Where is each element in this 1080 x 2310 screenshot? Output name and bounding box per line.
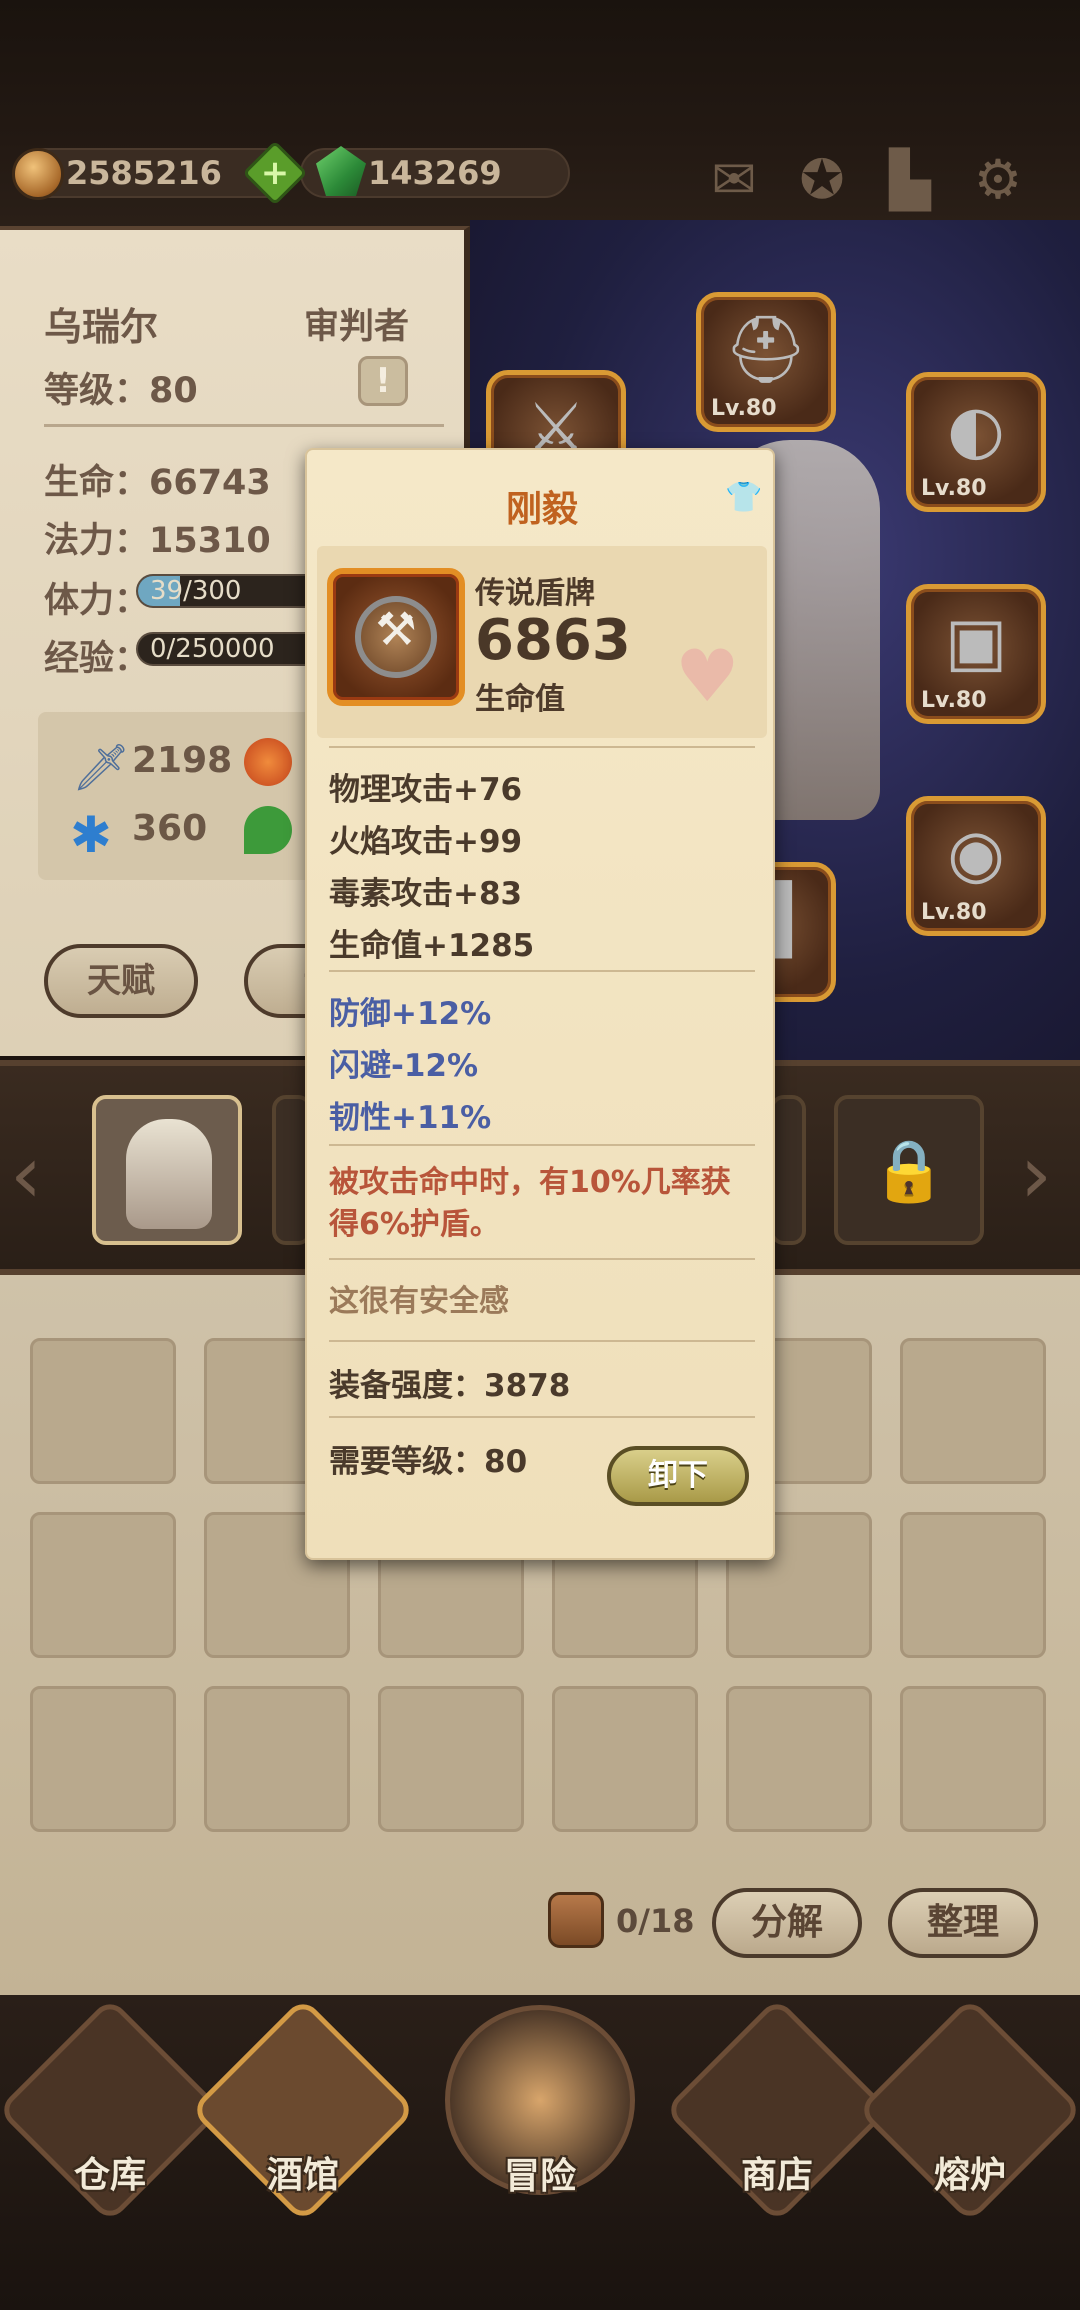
achievement-icon[interactable]: ✪ — [792, 150, 852, 210]
stat-line: 物理攻击+76 — [329, 772, 523, 808]
divider — [329, 1144, 755, 1146]
equip-slot-armor[interactable]: ▣ Lv.80 — [906, 584, 1046, 724]
talent-button[interactable]: 天赋 — [44, 944, 198, 1018]
nav-tavern-label: 酒馆 — [266, 2155, 339, 2196]
coin-icon — [12, 148, 64, 200]
mail-icon[interactable]: ✉ — [704, 150, 764, 210]
inventory-slot[interactable] — [30, 1686, 176, 1832]
hero-mp: 法力：15310 — [44, 521, 271, 561]
poison-icon — [244, 806, 292, 854]
ice-icon: ✱ — [70, 806, 112, 864]
item-main-stat: 生命值 — [475, 682, 565, 717]
unequip-button[interactable]: 卸下 — [607, 1446, 749, 1506]
required-level: 需要等级：80 — [329, 1444, 528, 1480]
accessory-level: Lv.80 — [921, 476, 987, 501]
exp-label: 经验： — [44, 639, 150, 679]
exp-value: 0/250000 — [150, 634, 275, 664]
helmet-icon: ⛑ — [724, 311, 808, 388]
attack-value: 2198 — [132, 740, 233, 781]
hero-name: 乌瑞尔 — [44, 305, 159, 349]
stamina-value: 39/300 — [150, 576, 242, 606]
inventory-slot[interactable] — [552, 1686, 698, 1832]
nav-warehouse-label: 仓库 — [73, 2155, 146, 2196]
knight-portrait-icon — [126, 1119, 212, 1229]
stat-line: 火焰攻击+99 — [329, 824, 523, 860]
flavor-text: 这很有安全感 — [329, 1284, 509, 1319]
divider — [329, 746, 755, 748]
next-hero-arrow-icon[interactable]: › — [1020, 1135, 1052, 1215]
bonus-stat-line: 防御+12% — [329, 996, 492, 1032]
equip-slot-shield[interactable]: ◉ Lv.80 — [906, 796, 1046, 936]
shield-icon: ◉ — [947, 815, 1005, 892]
nav-shop-label: 商店 — [740, 2155, 813, 2196]
book-icon[interactable]: ▙ — [880, 150, 940, 210]
sword-icon: 🗡 — [72, 740, 131, 794]
armor-level: Lv.80 — [921, 688, 987, 713]
coin-amount: 2585216 — [66, 154, 222, 192]
item-name: 刚毅 — [505, 489, 578, 530]
nav-forge[interactable]: 熔炉 — [856, 1996, 1080, 2224]
item-rarity-type: 传说盾牌 — [475, 576, 595, 611]
item-icon: ⚒ — [327, 568, 465, 706]
inventory-slot[interactable] — [900, 1338, 1046, 1484]
inventory-slot[interactable] — [900, 1686, 1046, 1832]
info-icon[interactable]: ! — [358, 356, 408, 406]
divider — [329, 1340, 755, 1342]
gear-score: 装备强度：3878 — [329, 1368, 571, 1404]
inventory-capacity: 0/18 — [616, 1902, 695, 1940]
nav-shop[interactable]: 商店 — [663, 1996, 891, 2224]
bonus-stat-line: 韧性+11% — [329, 1100, 492, 1136]
divider — [44, 424, 444, 427]
fire-icon — [244, 738, 292, 786]
item-main-value: 6863 — [475, 608, 631, 673]
armor-icon: ▣ — [944, 603, 1008, 680]
hero-hp: 生命：66743 — [44, 463, 271, 503]
nav-forge-label: 熔炉 — [933, 2155, 1006, 2196]
hero-slot-3[interactable] — [770, 1095, 806, 1245]
inventory-slot[interactable] — [30, 1338, 176, 1484]
nav-adventure[interactable]: 冒险 — [445, 2005, 635, 2197]
helmet-level: Lv.80 — [711, 396, 777, 421]
fan-icon: ◐ — [947, 391, 1005, 468]
item-tooltip: 刚毅 👕 ⚒ 传说盾牌 6863 生命值 ♥ 物理攻击+76 火焰攻击+99 毒… — [305, 448, 775, 1560]
inventory-slot[interactable] — [726, 1686, 872, 1832]
stamina-label: 体力： — [44, 581, 150, 621]
plus-icon: + — [260, 153, 290, 193]
special-effect: 被攻击命中时，有10%几率获得6%护盾。 — [329, 1165, 731, 1242]
equip-slot-helmet[interactable]: ⛑ Lv.80 — [696, 292, 836, 432]
stat-line: 生命值+1285 — [329, 928, 535, 964]
inventory-slot[interactable] — [204, 1686, 350, 1832]
hero-slot-selected[interactable] — [92, 1095, 242, 1245]
nav-adventure-label: 冒险 — [503, 2156, 576, 2197]
axe-icon: ⚒ — [375, 602, 417, 656]
hero-class: 审判者 — [304, 307, 410, 347]
divider — [329, 1416, 755, 1418]
bag-icon — [548, 1892, 604, 1948]
inventory-slot[interactable] — [900, 1512, 1046, 1658]
heart-icon: ♥ — [675, 634, 740, 718]
sort-button[interactable]: 整理 — [888, 1888, 1038, 1958]
decompose-button[interactable]: 分解 — [712, 1888, 862, 1958]
stat-line: 毒素攻击+83 — [329, 876, 523, 912]
divider — [329, 970, 755, 972]
gem-amount: 143269 — [368, 154, 502, 192]
nav-warehouse[interactable]: 仓库 — [0, 1996, 224, 2224]
nav-tavern[interactable]: 酒馆 — [189, 1996, 417, 2224]
hero-level: 等级：80 — [44, 371, 198, 411]
divider — [329, 1258, 755, 1260]
equip-slot-accessory[interactable]: ◐ Lv.80 — [906, 372, 1046, 512]
shield-level: Lv.80 — [921, 900, 987, 925]
hero-slot-locked[interactable]: 🔒 — [834, 1095, 984, 1245]
inventory-slot[interactable] — [30, 1512, 176, 1658]
prev-hero-arrow-icon[interactable]: ‹ — [10, 1135, 42, 1215]
gear-icon[interactable]: ⚙ — [968, 150, 1028, 210]
lock-icon: 🔒 — [871, 1136, 947, 1206]
bonus-stat-line: 闪避-12% — [329, 1048, 479, 1084]
inventory-slot[interactable] — [378, 1686, 524, 1832]
ice-value: 360 — [132, 808, 208, 849]
shirt-icon[interactable]: 👕 — [725, 480, 762, 515]
